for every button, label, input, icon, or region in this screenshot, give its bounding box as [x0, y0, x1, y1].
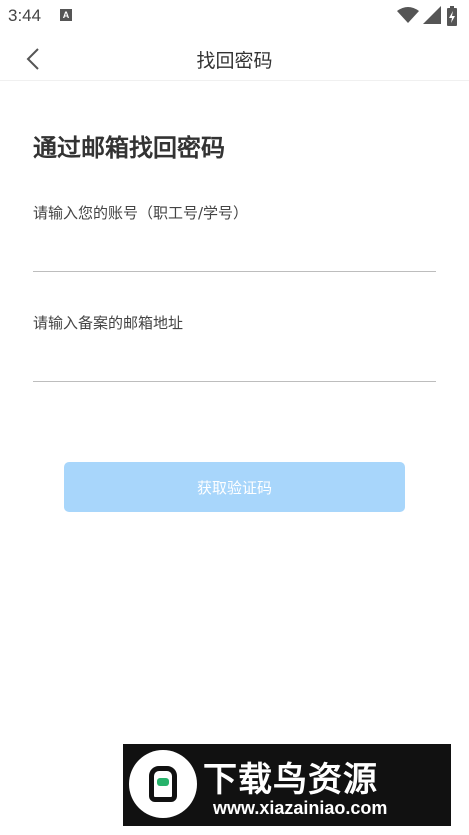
account-input[interactable] [33, 232, 436, 272]
battery-icon [447, 6, 457, 26]
email-label: 请输入备案的邮箱地址 [33, 314, 184, 332]
account-label: 请输入您的账号（职工号/学号） [33, 204, 249, 222]
wifi-icon [397, 7, 419, 23]
watermark-title: 下载鸟资源 [203, 760, 378, 800]
get-verification-code-button[interactable]: 获取验证码 [64, 462, 405, 512]
app-header: 找回密码 [0, 36, 469, 81]
email-input[interactable] [33, 342, 436, 382]
page-title: 找回密码 [196, 50, 273, 72]
status-bar: 3:44 A [0, 0, 469, 32]
status-time: 3:44 [8, 6, 42, 25]
watermark-url: www.xiazainiao.com [213, 798, 388, 818]
notification-a-icon: A [60, 9, 72, 21]
signal-icon [423, 6, 441, 24]
watermark-banner: 下载鸟资源 www.xiazainiao.com [123, 744, 451, 826]
section-heading: 通过邮箱找回密码 [33, 134, 225, 162]
bird-logo-icon [129, 750, 197, 818]
